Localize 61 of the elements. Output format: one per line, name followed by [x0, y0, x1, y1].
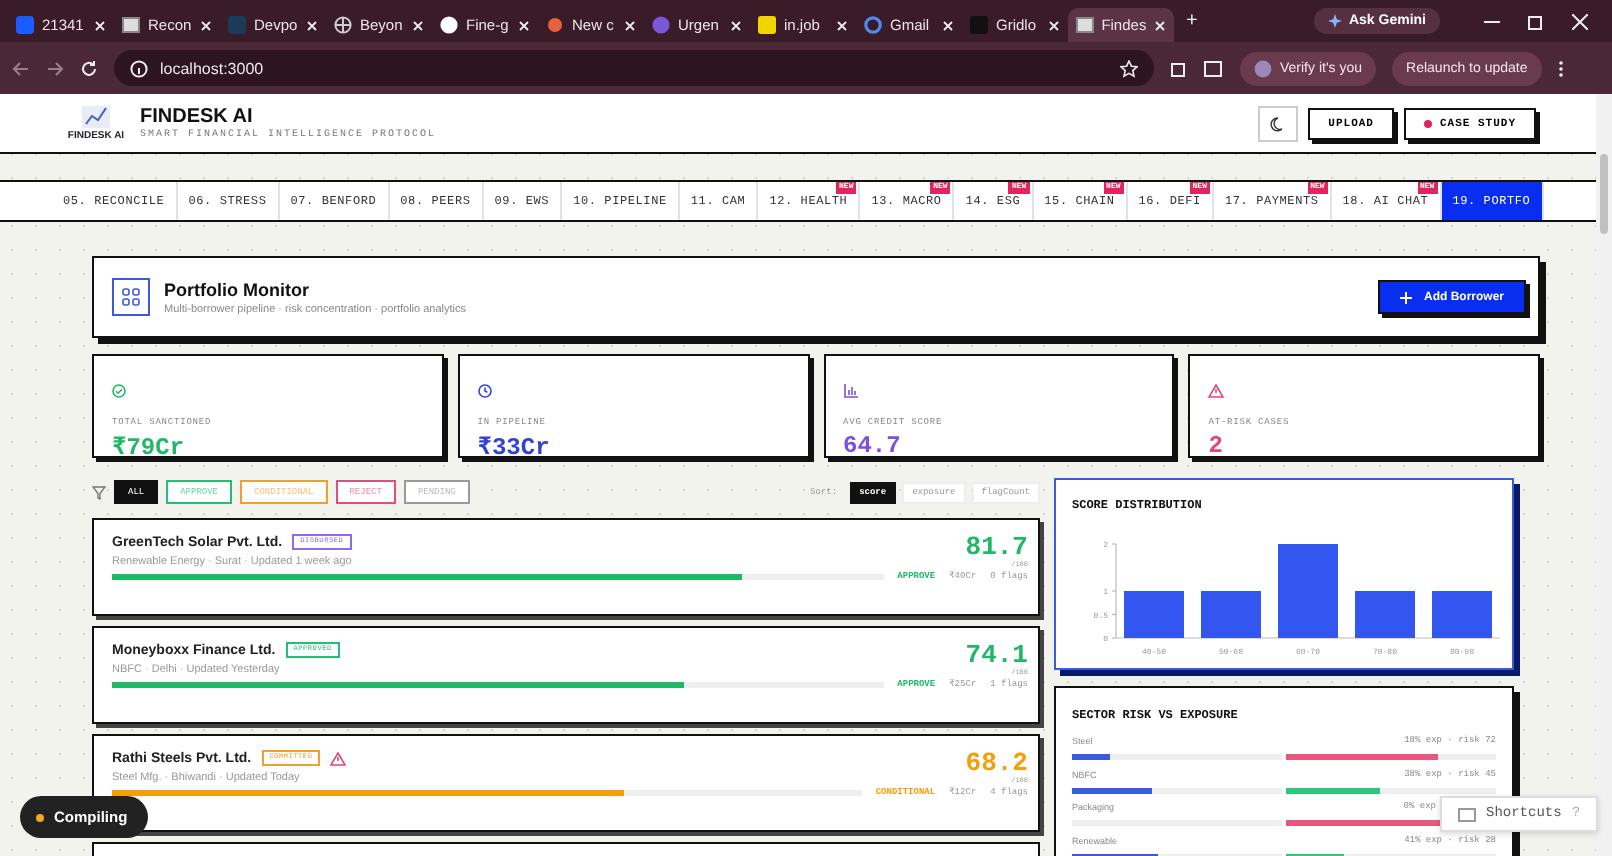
check-circle-icon — [112, 384, 126, 398]
histogram-bar — [1355, 591, 1415, 638]
site-icon — [652, 16, 670, 34]
reload-icon[interactable] — [80, 59, 98, 77]
keyboard-icon — [1458, 807, 1476, 821]
close-icon[interactable] — [518, 19, 530, 31]
y-axis — [1111, 543, 1117, 639]
close-icon[interactable] — [1048, 19, 1060, 31]
stat-value: ₹79Cr — [112, 432, 187, 462]
restore-icon[interactable] — [1528, 13, 1544, 29]
theme-toggle-button[interactable] — [1258, 105, 1299, 141]
close-icon[interactable] — [412, 19, 424, 31]
close-icon[interactable] — [730, 19, 742, 31]
stat-value: 2 — [1208, 432, 1225, 460]
site-icon — [970, 16, 988, 34]
menu-icon[interactable] — [1557, 59, 1564, 77]
close-icon[interactable] — [1154, 19, 1166, 31]
logo-icon — [80, 104, 112, 130]
back-icon[interactable] — [12, 59, 30, 77]
globe-icon — [334, 16, 352, 34]
close-icon[interactable] — [942, 19, 954, 31]
histogram-bar — [1201, 591, 1261, 638]
close-icon[interactable] — [200, 19, 212, 31]
plus-icon — [1399, 291, 1412, 303]
scrollbar-thumb[interactable] — [1600, 154, 1608, 234]
bar-chart-icon — [843, 384, 857, 398]
new-tab-button[interactable]: + — [1186, 10, 1198, 32]
histogram-bar — [1278, 544, 1338, 638]
url-text: localhost:3000 — [160, 59, 264, 77]
info-icon — [130, 59, 148, 77]
site-icon — [16, 16, 34, 34]
filter-icon — [92, 485, 106, 499]
close-icon[interactable] — [836, 19, 848, 31]
split-view-icon[interactable] — [1204, 59, 1224, 77]
grid-icon — [122, 288, 140, 306]
sparkle-icon — [1328, 14, 1343, 28]
clock-icon — [477, 384, 492, 398]
warning-icon — [1208, 384, 1225, 398]
credit-score: 68.2 — [965, 750, 1028, 778]
site-icon — [228, 16, 246, 34]
extensions-icon[interactable] — [1170, 59, 1188, 77]
stat-value: 64.7 — [843, 432, 903, 460]
page-icon — [1076, 16, 1094, 34]
credit-score: 81.7 — [965, 534, 1028, 562]
stat-value: ₹33Cr — [477, 432, 552, 462]
close-icon[interactable] — [1572, 13, 1588, 29]
close-icon[interactable] — [624, 19, 636, 31]
page-icon — [122, 16, 140, 34]
moon-icon — [1270, 115, 1287, 131]
close-icon[interactable] — [306, 19, 318, 31]
histogram-bar — [1124, 591, 1184, 638]
credit-score: 74.1 — [965, 642, 1028, 670]
close-icon[interactable] — [94, 19, 106, 31]
site-icon — [758, 16, 776, 34]
page-title: Portfolio Monitor — [164, 279, 311, 299]
app-title: FINDESK AI — [140, 106, 255, 128]
avatar-icon — [1254, 59, 1272, 77]
forward-icon[interactable] — [46, 59, 64, 77]
histogram-bar — [1432, 591, 1492, 638]
address-bar[interactable]: localhost:3000 — [114, 50, 1154, 86]
bookmark-star-icon[interactable] — [1120, 59, 1138, 77]
